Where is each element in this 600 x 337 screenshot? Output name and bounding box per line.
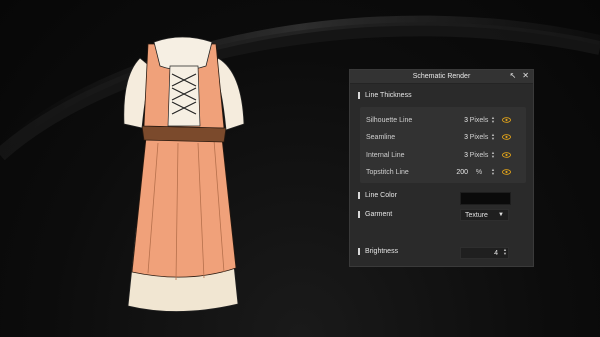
brightness-value: 4 [494,249,498,257]
line-color-swatch[interactable] [460,192,511,205]
visibility-eye-icon[interactable] [502,169,511,175]
seamline-unit: Pixels [469,133,489,141]
brightness-label: Brightness [365,248,399,255]
dress-model[interactable] [118,28,248,318]
pin-icon[interactable]: ↖ [510,71,517,80]
topstitch-line-value[interactable]: 200 [454,169,468,176]
chevron-down-icon: ▼ [498,212,504,218]
silhouette-line-value[interactable]: 3 [454,117,468,124]
internal-line-stepper[interactable]: ▲ ▼ [490,151,496,159]
row-silhouette-line: Silhouette Line 3 Pixels ▲ ▼ [366,114,526,126]
internal-line-label: Internal Line [366,151,405,159]
internal-line-value[interactable]: 3 [454,152,468,159]
schematic-render-panel: Schematic Render ↖ ✕ Line Thickness Silh… [349,69,534,267]
line-thickness-label: Line Thickness [365,92,412,99]
line-thickness-header[interactable]: Line Thickness [358,92,412,99]
garment-dropdown[interactable]: Texture ▼ [460,209,509,221]
line-color-header: Line Color [358,192,397,199]
topstitch-line-stepper[interactable]: ▲ ▼ [490,168,496,176]
seamline-value[interactable]: 3 [454,134,468,141]
garment-header: Garment [358,211,392,218]
silhouette-line-label: Silhouette Line [366,116,413,124]
panel-titlebar[interactable]: Schematic Render ↖ ✕ [350,70,533,84]
topstitch-line-label: Topstitch Line [366,168,409,176]
garment-dropdown-value: Texture [465,211,488,219]
silhouette-line-unit: Pixels [469,116,489,124]
close-icon[interactable]: ✕ [522,71,529,80]
row-seamline: Seamline 3 Pixels ▲ ▼ [366,131,526,143]
brightness-header: Brightness [358,248,398,255]
brightness-stepper[interactable]: ▲ ▼ [502,248,508,256]
visibility-eye-icon[interactable] [502,152,511,158]
silhouette-line-stepper[interactable]: ▲ ▼ [490,116,496,124]
topstitch-line-unit: % [475,168,483,176]
visibility-eye-icon[interactable] [502,117,511,123]
seamline-stepper[interactable]: ▲ ▼ [490,133,496,141]
row-topstitch-line: Topstitch Line 200 % ▲ ▼ [366,166,526,178]
row-internal-line: Internal Line 3 Pixels ▲ ▼ [366,149,526,161]
seamline-label: Seamline [366,133,396,141]
garment-label: Garment [365,211,393,218]
internal-line-unit: Pixels [469,151,489,159]
visibility-eye-icon[interactable] [502,134,511,140]
line-color-label: Line Color [365,192,397,199]
panel-title: Schematic Render [412,73,471,80]
